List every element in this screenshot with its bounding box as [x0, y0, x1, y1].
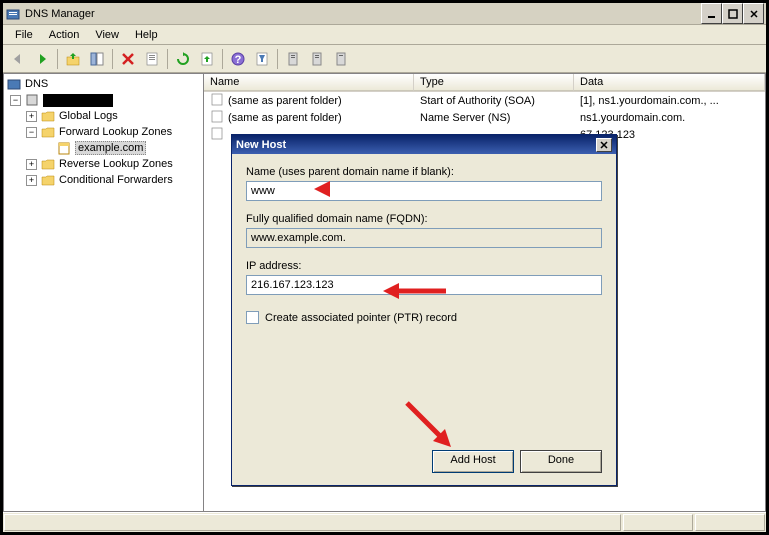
up-button[interactable]: [62, 48, 84, 70]
collapse-icon[interactable]: −: [26, 127, 37, 138]
export-button[interactable]: [196, 48, 218, 70]
expand-icon[interactable]: +: [26, 159, 37, 170]
done-button[interactable]: Done: [520, 450, 602, 473]
expand-icon[interactable]: +: [26, 175, 37, 186]
record-icon: [210, 109, 224, 126]
dialog-close-button[interactable]: [596, 138, 612, 152]
record-icon: [210, 126, 224, 143]
zone-icon: [56, 140, 72, 156]
folder-icon: [40, 156, 56, 172]
name-label: Name (uses parent domain name if blank):: [246, 166, 602, 178]
name-input[interactable]: [246, 181, 602, 201]
help-button[interactable]: ?: [227, 48, 249, 70]
add-host-button[interactable]: Add Host: [432, 450, 514, 473]
app-icon: [5, 6, 21, 22]
dns-icon: [6, 76, 22, 92]
ip-input[interactable]: [246, 275, 602, 295]
maximize-button[interactable]: [722, 3, 743, 24]
menu-action[interactable]: Action: [41, 27, 88, 43]
status-main: [4, 514, 621, 531]
svg-text:?: ?: [235, 54, 242, 66]
list-header: Name Type Data: [204, 74, 765, 92]
back-button[interactable]: [7, 48, 29, 70]
refresh-button[interactable]: [172, 48, 194, 70]
ip-label: IP address:: [246, 260, 602, 272]
status-cell: [695, 514, 765, 531]
filter-button[interactable]: [251, 48, 273, 70]
tree-conditional-forwarders[interactable]: + Conditional Forwarders: [6, 172, 201, 188]
column-data[interactable]: Data: [574, 74, 765, 91]
tree-global-logs[interactable]: + Global Logs: [6, 108, 201, 124]
forward-button[interactable]: [31, 48, 53, 70]
dialog-titlebar: New Host: [232, 135, 616, 154]
tree-reverse-lookup-zones[interactable]: + Reverse Lookup Zones: [6, 156, 201, 172]
properties-button[interactable]: [141, 48, 163, 70]
expand-icon[interactable]: +: [26, 111, 37, 122]
minimize-button[interactable]: [701, 3, 722, 24]
server-name-redacted: [43, 94, 113, 107]
folder-icon: [40, 124, 56, 140]
list-row[interactable]: (same as parent folder) Name Server (NS)…: [204, 109, 765, 126]
menu-file[interactable]: File: [7, 27, 41, 43]
server-icon: [24, 92, 40, 108]
dns-manager-window: DNS Manager File Action View Help ?: [0, 0, 769, 535]
show-hide-button[interactable]: [86, 48, 108, 70]
menu-help[interactable]: Help: [127, 27, 166, 43]
tool2-button[interactable]: [306, 48, 328, 70]
list-row[interactable]: (same as parent folder) Start of Authori…: [204, 92, 765, 109]
ptr-label: Create associated pointer (PTR) record: [265, 312, 457, 324]
menu-view[interactable]: View: [87, 27, 127, 43]
tool1-button[interactable]: [282, 48, 304, 70]
statusbar: [3, 512, 766, 532]
status-cell: [623, 514, 693, 531]
tree-example-zone[interactable]: example.com: [6, 140, 201, 156]
window-title: DNS Manager: [25, 8, 701, 20]
delete-button[interactable]: [117, 48, 139, 70]
column-type[interactable]: Type: [414, 74, 574, 91]
tree-pane[interactable]: DNS − + Global Logs − Forward Lookup Zon…: [4, 74, 204, 511]
tool3-button[interactable]: [330, 48, 352, 70]
tree-server[interactable]: −: [6, 92, 201, 108]
fqdn-label: Fully qualified domain name (FQDN):: [246, 213, 602, 225]
collapse-icon[interactable]: −: [10, 95, 21, 106]
titlebar: DNS Manager: [3, 3, 766, 25]
folder-icon: [40, 172, 56, 188]
new-host-dialog: New Host Name (uses parent domain name i…: [231, 134, 617, 486]
menubar: File Action View Help: [3, 25, 766, 45]
record-icon: [210, 92, 224, 109]
toolbar: ?: [3, 45, 766, 73]
folder-icon: [40, 108, 56, 124]
close-button[interactable]: [743, 3, 764, 24]
column-name[interactable]: Name: [204, 74, 414, 91]
tree-root[interactable]: DNS: [6, 76, 201, 92]
dialog-title: New Host: [236, 139, 596, 151]
tree-forward-lookup-zones[interactable]: − Forward Lookup Zones: [6, 124, 201, 140]
ptr-checkbox[interactable]: [246, 311, 259, 324]
fqdn-input: [246, 228, 602, 248]
